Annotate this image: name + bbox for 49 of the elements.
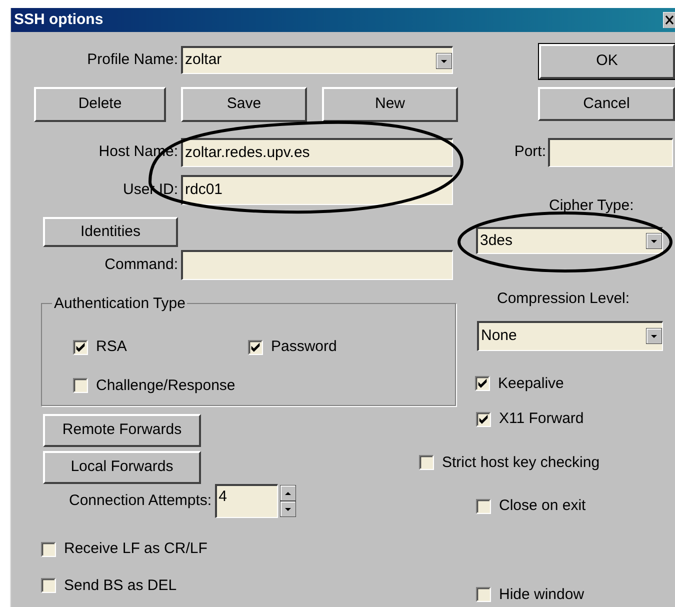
field-label: Connection Attempts: [69,490,212,511]
field-label: Receive LF as CR/LF [64,539,208,559]
dropdown[interactable]: zoltar [181,46,453,74]
checkbox[interactable] [41,578,56,594]
field-label: Command: [104,254,179,275]
push-button[interactable]: Remote Forwards [43,414,201,447]
field-label: Keepalive [498,374,564,394]
close-icon[interactable] [663,12,675,28]
push-button[interactable]: Save [181,87,307,122]
input-field[interactable] [548,138,673,167]
input-field[interactable]: 4 [214,484,278,518]
field-label: Port: [513,142,546,162]
dropdown-arrow-icon[interactable] [646,328,662,344]
input-field[interactable]: zoltar.redes.upv.es [181,138,453,167]
field-label: Strict host key checking [442,452,600,472]
input-field[interactable] [181,250,453,280]
field-label: Send BS as DEL [64,576,177,596]
spinner-up-icon[interactable] [280,485,296,501]
dropdown[interactable]: 3des [476,227,663,254]
push-button[interactable]: New [322,87,458,122]
push-button[interactable]: Identities [43,217,178,247]
field-label: Profile Name: [86,50,179,70]
field-label: Close on exit [499,496,586,516]
checkbox[interactable] [476,412,491,427]
spinner-down-icon[interactable] [280,501,296,517]
field-label: Cipher Type: [549,196,634,216]
push-button[interactable]: Cancel [538,87,675,121]
checkbox[interactable] [419,455,434,470]
push-button[interactable]: Delete [34,87,166,122]
dropdown-arrow-icon[interactable] [646,233,662,249]
field-label: RSA [96,337,127,357]
push-button[interactable]: Local Forwards [43,451,201,484]
field-label: X11 Forward [499,409,584,429]
window-title: SSH options [14,10,104,30]
checkbox[interactable] [248,340,263,355]
checkbox[interactable] [476,498,491,514]
push-button[interactable]: OK [539,44,675,79]
field-label: Challenge/Response [96,376,236,396]
dropdown-arrow-icon[interactable] [436,52,452,68]
checkbox[interactable] [41,542,56,557]
field-label: Password [271,337,337,357]
input-field[interactable]: rdc01 [181,175,453,205]
field-label: Hide window [499,584,584,604]
checkbox[interactable] [73,378,88,394]
checkbox[interactable] [476,587,491,602]
checkbox[interactable] [73,340,88,355]
field-label: Compression Level: [497,289,631,309]
checkbox[interactable] [475,376,490,392]
dropdown[interactable]: None [477,320,663,350]
